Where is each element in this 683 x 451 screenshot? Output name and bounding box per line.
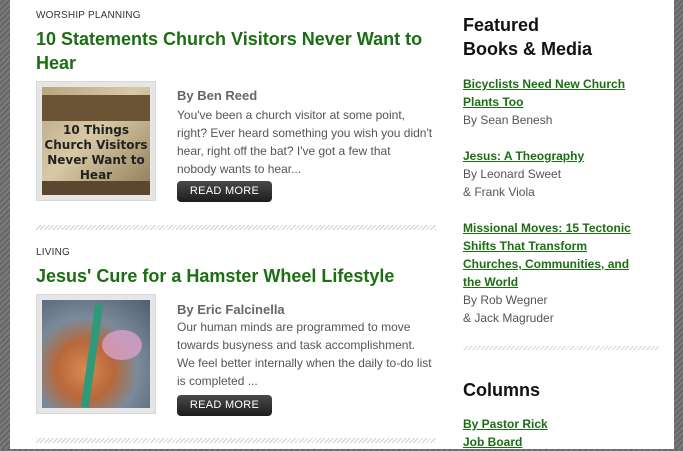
article-author: By Eric Falcinella: [177, 302, 285, 317]
article-category[interactable]: WORSHIP PLANNING: [36, 10, 436, 21]
featured-book: Missional Moves: 15 Tectonic Shifts That…: [463, 219, 633, 327]
article-thumbnail[interactable]: [36, 294, 156, 414]
book-author: By Leonard Sweet: [463, 167, 562, 181]
article-divider: [36, 225, 436, 230]
article-thumbnail[interactable]: 10 Things Church Visitors Never Want to …: [36, 81, 156, 201]
article-category[interactable]: LIVING: [36, 247, 436, 258]
article-author: By Ben Reed: [177, 88, 258, 103]
article-title-link[interactable]: 10 Statements Church Visitors Never Want…: [36, 27, 436, 75]
featured-heading: Featured Books & Media: [463, 15, 593, 59]
column-link-job-board[interactable]: Job Board: [463, 433, 633, 451]
page: WORSHIP PLANNING 10 Statements Church Vi…: [10, 0, 674, 449]
featured-book: Jesus: A Theography By Leonard Sweet & F…: [463, 147, 633, 201]
columns-list: By Pastor Rick Job Board: [463, 415, 633, 451]
article-divider: [36, 438, 436, 443]
book-coauthor: & Frank Viola: [463, 185, 535, 199]
thumbnail-caption: 10 Things Church Visitors Never Want to …: [44, 123, 148, 182]
article-item: LIVING Jesus' Cure for a Hamster Wheel L…: [36, 247, 436, 416]
featured-book: Bicyclists Need New Church Plants Too By…: [463, 75, 633, 129]
thumbnail-image: 10 Things Church Visitors Never Want to …: [42, 87, 150, 195]
article-title-link[interactable]: Jesus' Cure for a Hamster Wheel Lifestyl…: [36, 264, 436, 288]
book-title-link[interactable]: Bicyclists Need New Church Plants Too: [463, 75, 633, 111]
columns-heading: Columns: [463, 380, 541, 400]
sidebar-divider: [463, 346, 659, 350]
article-excerpt: You've been a church visitor at some poi…: [177, 108, 433, 176]
read-more-button[interactable]: READ MORE: [177, 181, 272, 202]
book-author: By Rob Wegner: [463, 293, 548, 307]
book-coauthor: & Jack Magruder: [463, 311, 554, 325]
column-link-pastor-rick[interactable]: By Pastor Rick: [463, 415, 633, 433]
book-author: By Sean Benesh: [463, 113, 553, 127]
thumbnail-image: [42, 300, 150, 408]
article-item: WORSHIP PLANNING 10 Statements Church Vi…: [36, 10, 436, 202]
read-more-button[interactable]: READ MORE: [177, 395, 272, 416]
article-excerpt: Our human minds are programmed to move t…: [177, 320, 432, 388]
book-title-link[interactable]: Jesus: A Theography: [463, 147, 633, 165]
book-title-link[interactable]: Missional Moves: 15 Tectonic Shifts That…: [463, 219, 633, 291]
